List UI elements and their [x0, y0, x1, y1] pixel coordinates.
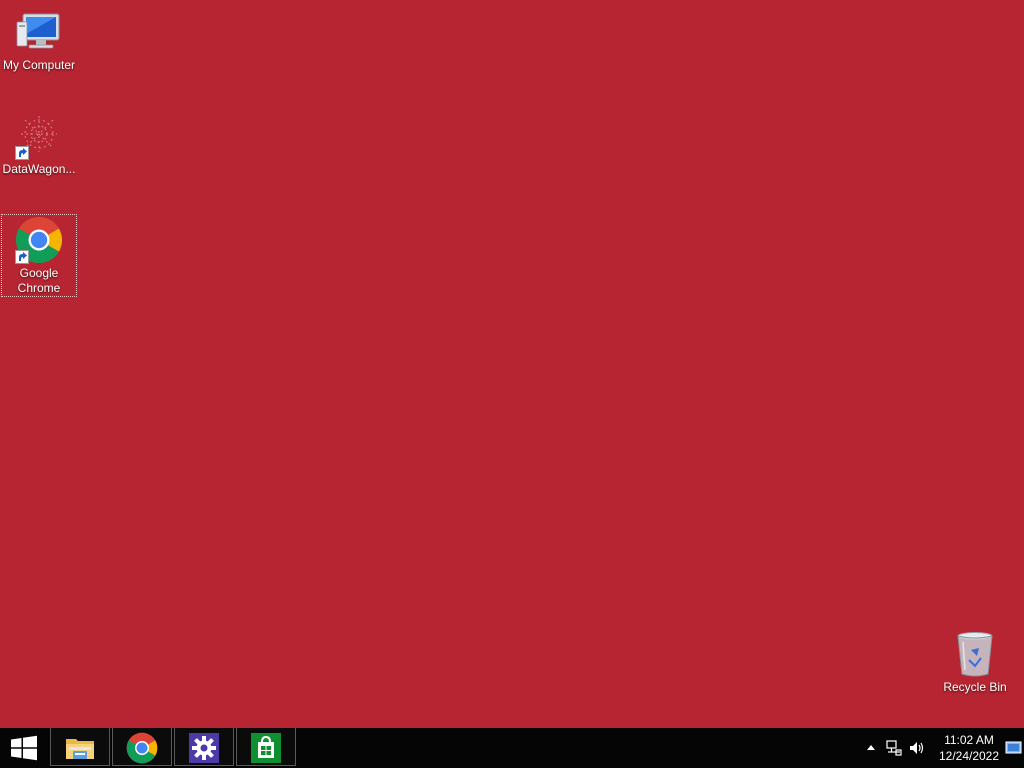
recycle-bin-icon — [951, 630, 999, 678]
taskbar-file-explorer[interactable] — [50, 728, 110, 766]
desktop-icon-datawagon[interactable]: DataWagon... — [1, 112, 77, 177]
desktop-icon-label: DataWagon... — [2, 162, 76, 176]
settings-gear-icon — [188, 732, 220, 764]
desktop[interactable]: My Computer DataWagon... Google Chrome R… — [0, 0, 1024, 728]
file-explorer-icon — [64, 732, 96, 764]
chrome-icon — [126, 732, 158, 764]
taskbar: 11:02 AM 12/24/2022 — [0, 728, 1024, 768]
taskbar-settings[interactable] — [174, 728, 234, 766]
desktop-icon-label: Recycle Bin — [943, 680, 1007, 694]
clock-time: 11:02 AM — [944, 733, 994, 747]
shortcut-arrow-icon — [15, 250, 29, 264]
store-icon — [250, 732, 282, 764]
desktop-icon-label: My Computer — [2, 58, 76, 72]
taskbar-store[interactable] — [236, 728, 296, 766]
network-icon[interactable] — [885, 739, 903, 757]
show-hidden-icons-chevron-icon[interactable] — [862, 739, 880, 757]
windows-start-icon — [11, 735, 37, 761]
computer-icon — [15, 8, 63, 56]
clock-date: 12/24/2022 — [938, 749, 1000, 763]
taskbar-clock[interactable]: 11:02 AM 12/24/2022 — [930, 732, 1008, 764]
show-desktop-icon[interactable] — [1005, 740, 1023, 758]
desktop-icon-label: Google Chrome — [17, 266, 61, 295]
datawagon-icon — [15, 112, 63, 160]
volume-icon[interactable] — [908, 739, 926, 757]
chrome-icon — [15, 216, 63, 264]
start-button[interactable] — [0, 728, 48, 768]
desktop-icon-my-computer[interactable]: My Computer — [1, 8, 77, 73]
shortcut-arrow-icon — [15, 146, 29, 160]
taskbar-google-chrome[interactable] — [112, 728, 172, 766]
desktop-icon-google-chrome[interactable]: Google Chrome — [1, 214, 77, 297]
desktop-icon-recycle-bin[interactable]: Recycle Bin — [937, 630, 1013, 695]
